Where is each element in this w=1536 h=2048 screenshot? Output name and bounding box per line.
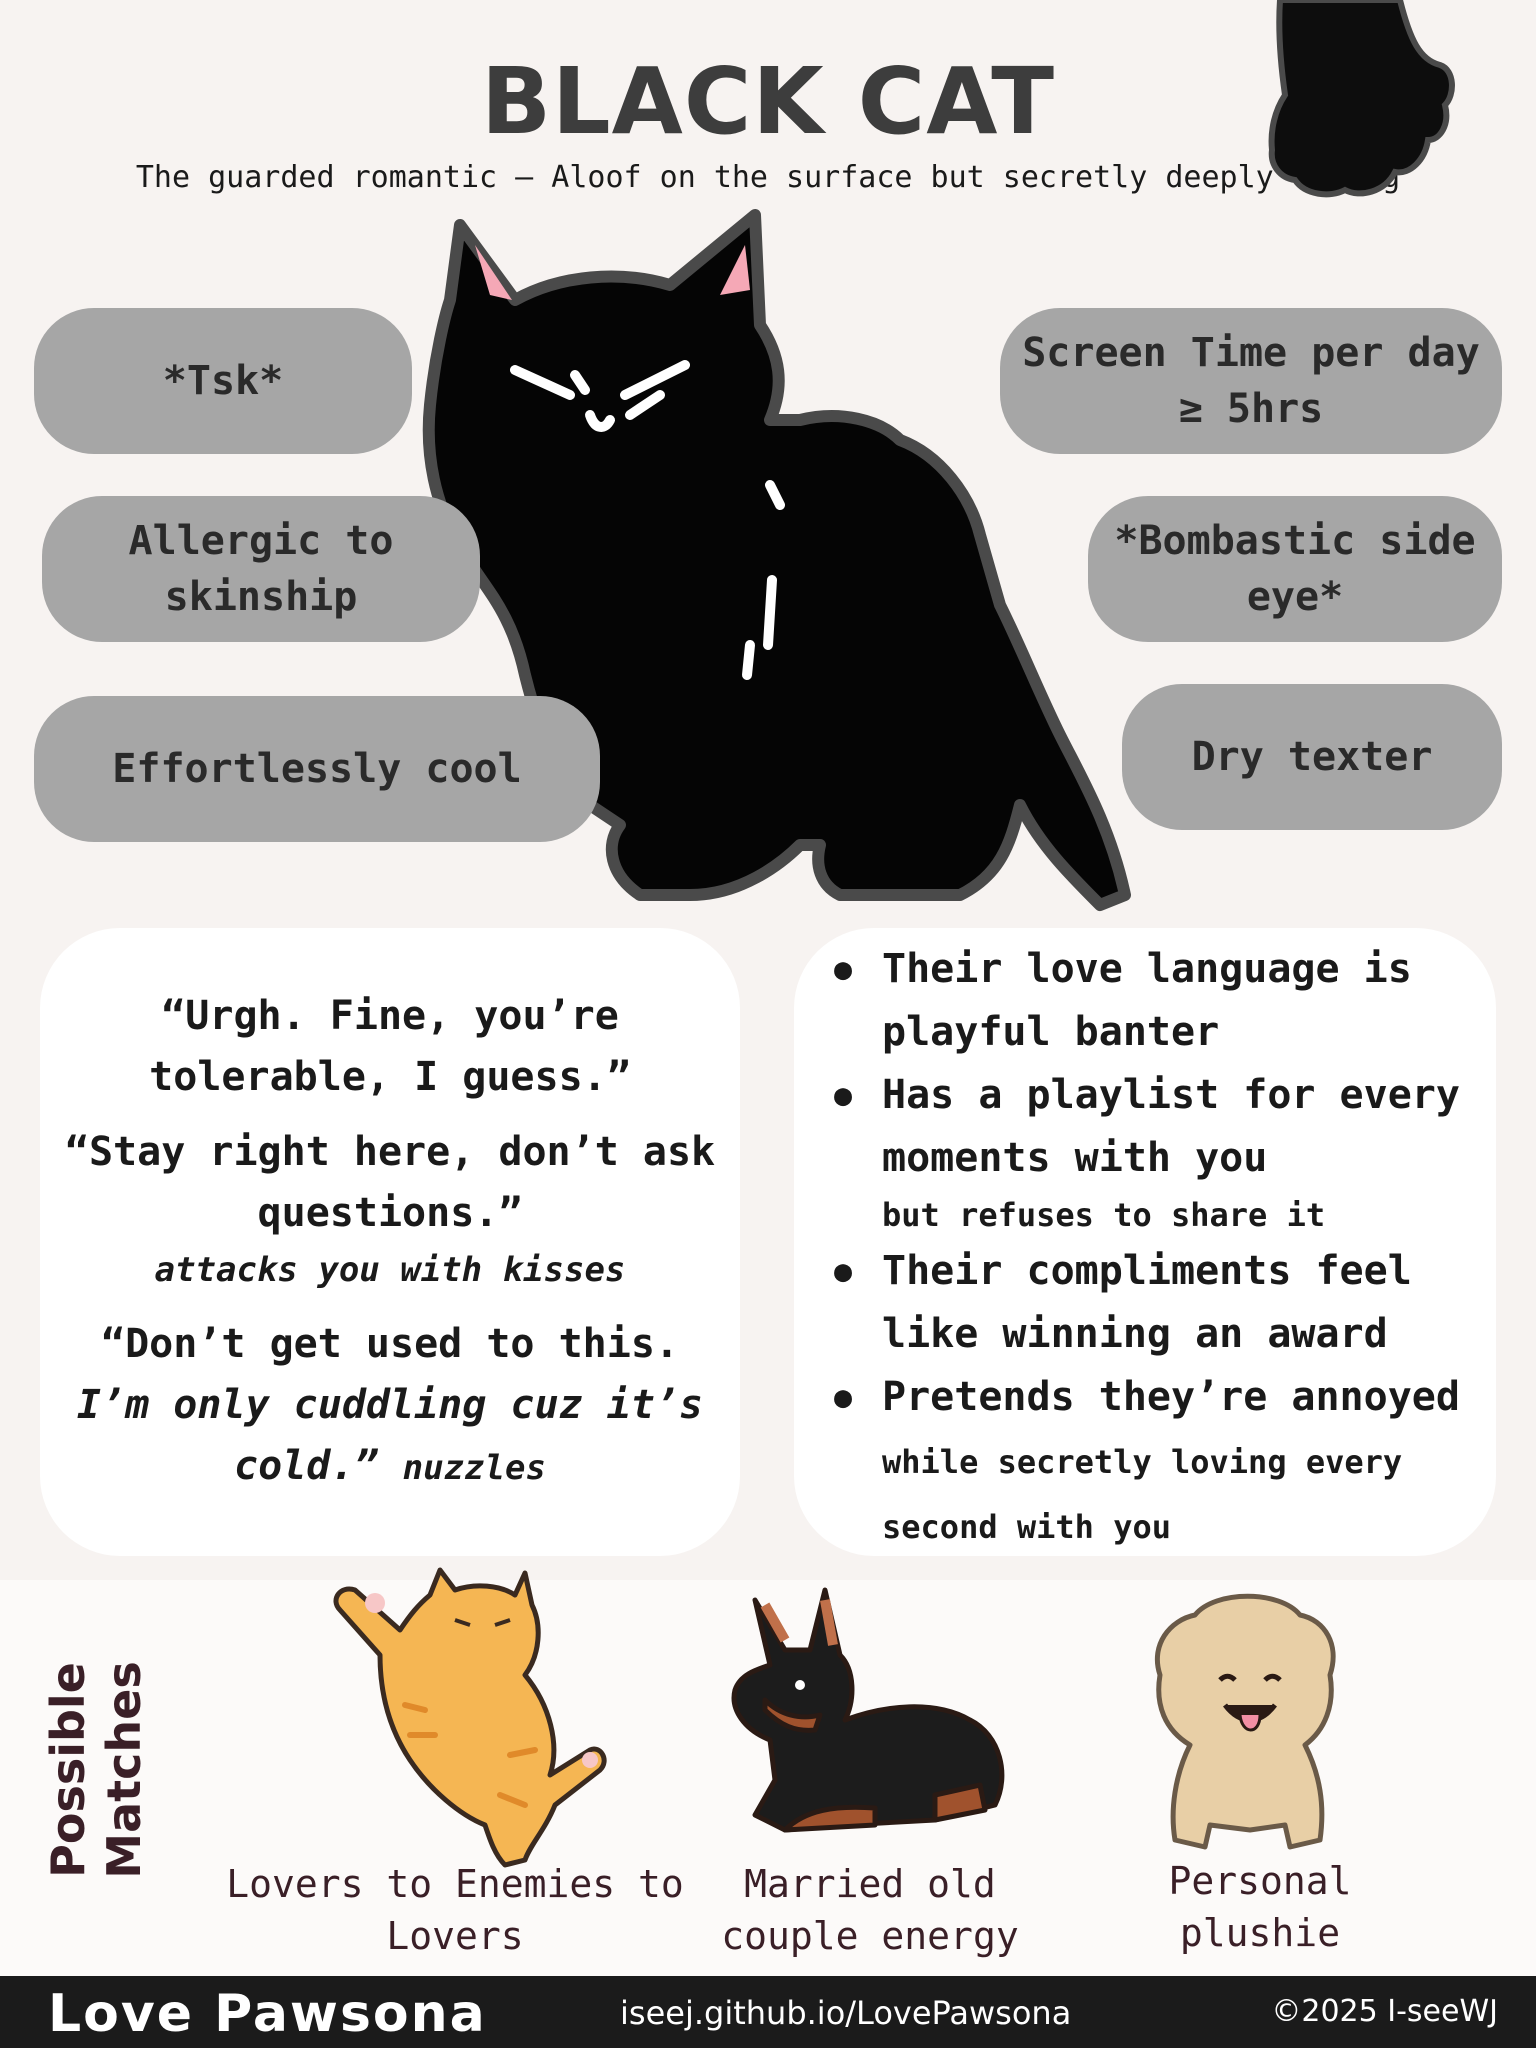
matches-heading: Possible Matches (41, 1661, 151, 1879)
match-label-1: Lovers to Enemies to Lovers (226, 1862, 684, 1958)
quote-2: “Stay right here, don’t ask questions.” (64, 1129, 716, 1236)
quote-3-action: nuzzles (402, 1448, 546, 1488)
trait-item-2-sub: but refuses to share it (882, 1196, 1326, 1234)
trait-pill-allergic: Allergic to skinship (42, 496, 480, 642)
quote-2-action: attacks you with kisses (154, 1250, 626, 1290)
trait-item-1: Their love language is playful banter (834, 938, 1496, 1064)
match-label-2: Married old couple energy (721, 1862, 1019, 1958)
brand-name: Love Pawsona (48, 1984, 487, 2044)
doberman-icon (731, 1587, 1005, 1833)
trait-item-4-sub: while secretly loving every second with … (882, 1443, 1403, 1546)
trait-pill-side-eye: *Bombastic side eye* (1088, 496, 1502, 642)
traits-card: Their love language is playful banter Ha… (794, 928, 1496, 1556)
trait-pill-cool: Effortlessly cool (34, 696, 600, 842)
footer: Love Pawsona iseej.github.io/LovePawsona… (0, 1976, 1536, 2048)
trait-item-2: Has a playlist for every moments with yo… (834, 1064, 1496, 1240)
quote-3: “Don’t get used to this. I’m only cuddli… (40, 1314, 740, 1499)
quotes-card: “Urgh. Fine, you’re tolerable, I guess.”… (40, 928, 740, 1556)
orange-cat-icon (333, 1567, 607, 1868)
site-link[interactable]: iseej.github.io/LovePawsona (620, 1994, 1071, 2032)
match-label-3: Personal plushie (1168, 1859, 1352, 1955)
paw-icon (1268, 0, 1455, 198)
trait-item-4: Pretends they’re annoyed while secretly … (834, 1366, 1496, 1559)
copyright: ©2025 I-seeWJ (1271, 1994, 1498, 2029)
quote-3-line1: “Don’t get used to this. (101, 1321, 679, 1367)
poodle-icon (1154, 1593, 1336, 1850)
trait-pill-screen-time: Screen Time per day ≥ 5hrs (1000, 308, 1502, 454)
trait-pill-dry-texter: Dry texter (1122, 684, 1502, 830)
trait-item-3: Their compliments feel like winning an a… (834, 1240, 1496, 1366)
quote-3-line2: I’m only cuddling cuz it’s cold.” (76, 1382, 704, 1489)
trait-pill-tsk: *Tsk* (34, 308, 412, 454)
quote-1: “Urgh. Fine, you’re tolerable, I guess.” (149, 993, 631, 1100)
